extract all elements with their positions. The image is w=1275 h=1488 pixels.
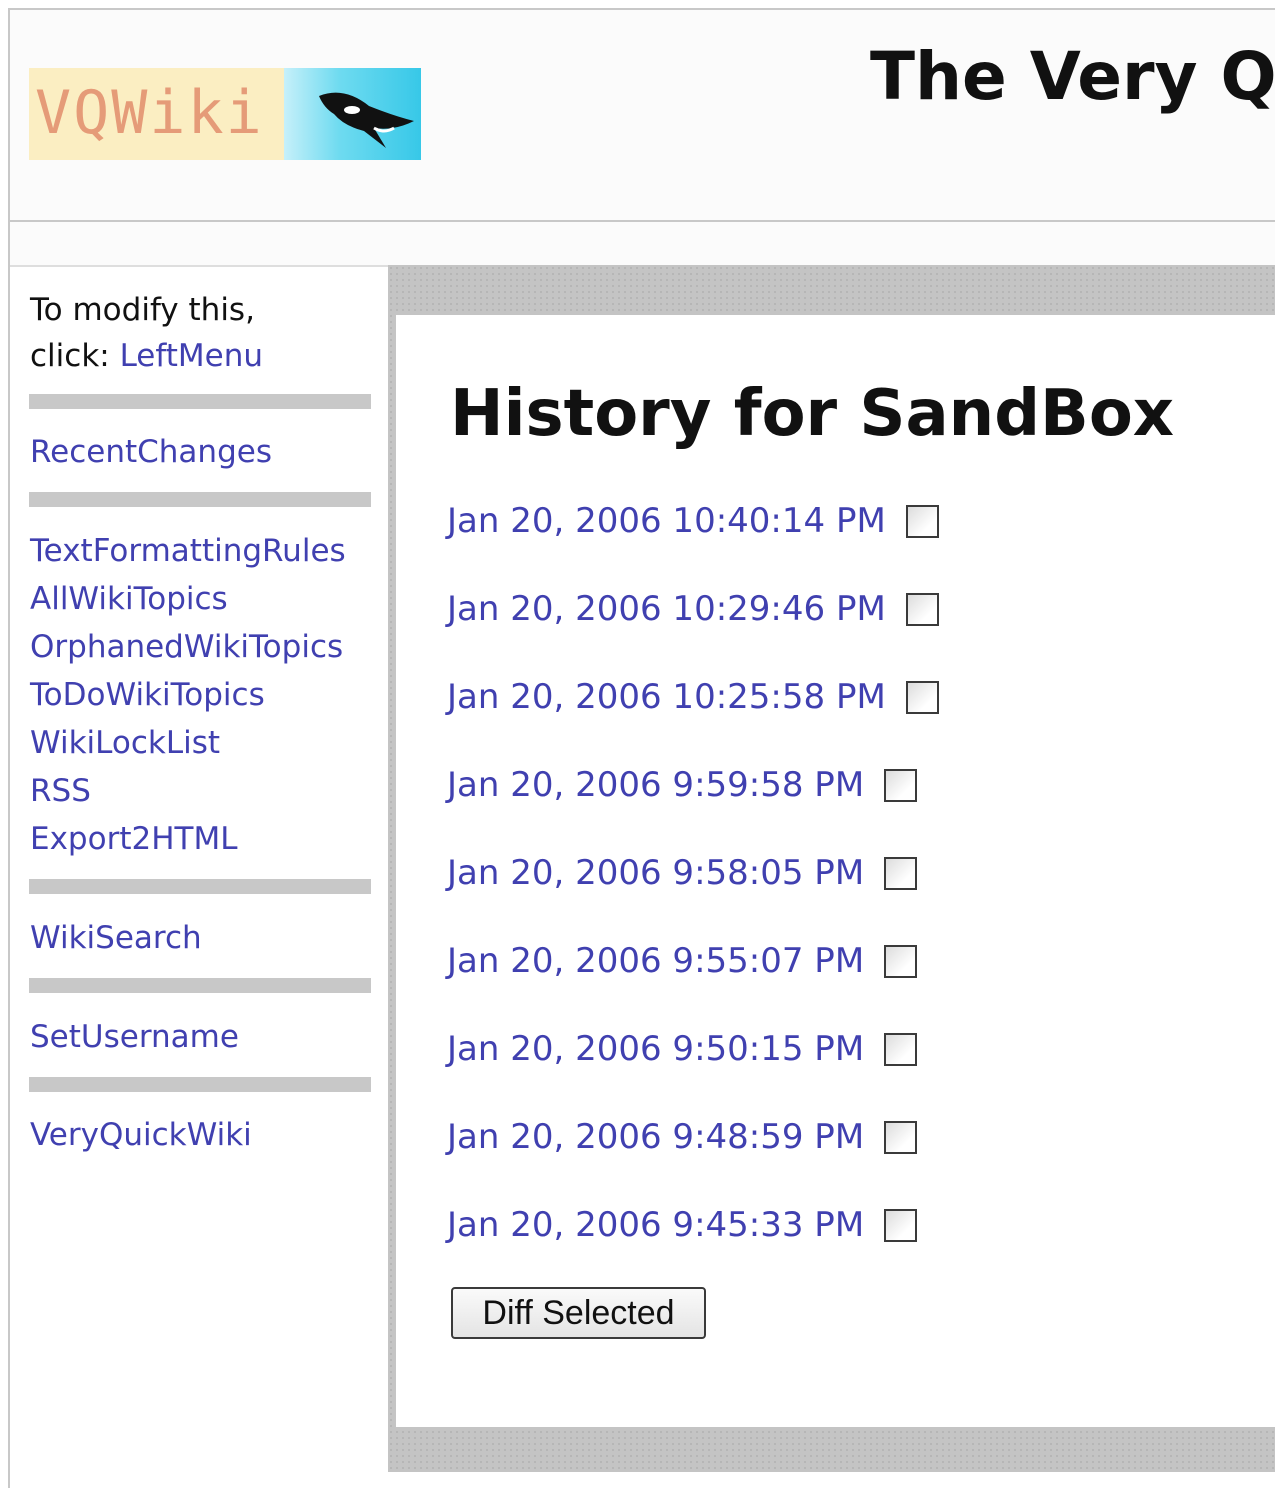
revision-link[interactable]: Jan 20, 2006 9:59:58 PM <box>447 765 864 805</box>
revision-checkbox[interactable] <box>884 856 918 890</box>
revision-row: Jan 20, 2006 9:58:05 PM <box>447 853 918 893</box>
revision-row: Jan 20, 2006 9:50:15 PM <box>447 1029 918 1069</box>
revision-checkbox[interactable] <box>884 1208 918 1242</box>
menu-link-wikisearch[interactable]: WikiSearch <box>30 918 202 958</box>
revision-link[interactable]: Jan 20, 2006 10:29:46 PM <box>447 589 886 629</box>
revision-row: Jan 20, 2006 9:48:59 PM <box>447 1117 918 1157</box>
revision-checkbox[interactable] <box>905 592 939 626</box>
menu-link-veryquickwiki[interactable]: VeryQuickWiki <box>30 1115 252 1155</box>
revision-checkbox[interactable] <box>884 1032 918 1066</box>
revision-row: Jan 20, 2006 10:40:14 PM <box>447 501 939 541</box>
revision-link[interactable]: Jan 20, 2006 9:45:33 PM <box>447 1205 864 1245</box>
revision-link[interactable]: Jan 20, 2006 9:58:05 PM <box>447 853 864 893</box>
menu-separator <box>29 978 371 993</box>
menu-link-orphanedwikitopics[interactable]: OrphanedWikiTopics <box>30 627 343 667</box>
revision-row: Jan 20, 2006 9:45:33 PM <box>447 1205 918 1245</box>
menu-separator <box>29 1077 371 1092</box>
menu-link-rss[interactable]: RSS <box>30 771 91 811</box>
left-menu-edit-link[interactable]: LeftMenu <box>120 338 263 374</box>
subheader-bar <box>10 222 1275 267</box>
menu-link-export2html[interactable]: Export2HTML <box>30 819 237 859</box>
logo[interactable]: VQWiki <box>29 68 421 160</box>
menu-link-setusername[interactable]: SetUsername <box>30 1017 239 1057</box>
menu-separator <box>29 492 371 507</box>
revision-row: Jan 20, 2006 10:29:46 PM <box>447 589 939 629</box>
revision-link[interactable]: Jan 20, 2006 9:55:07 PM <box>447 941 864 981</box>
logo-text: VQWiki <box>35 78 264 148</box>
orca-icon <box>319 92 414 148</box>
revision-checkbox[interactable] <box>905 680 939 714</box>
left-menu-intro: To modify this, click: LeftMenu <box>30 287 263 379</box>
revision-checkbox[interactable] <box>884 944 918 978</box>
menu-link-allwikitopics[interactable]: AllWikiTopics <box>30 579 228 619</box>
revision-link[interactable]: Jan 20, 2006 10:40:14 PM <box>447 501 886 541</box>
revision-link[interactable]: Jan 20, 2006 9:48:59 PM <box>447 1117 864 1157</box>
left-menu: To modify this, click: LeftMenu RecentCh… <box>10 267 388 1472</box>
revision-checkbox[interactable] <box>884 1120 918 1154</box>
intro-line: To modify this, <box>30 292 255 328</box>
header: VQWiki The Very Q <box>10 10 1275 222</box>
revision-row: Jan 20, 2006 9:55:07 PM <box>447 941 918 981</box>
revision-checkbox[interactable] <box>884 768 918 802</box>
revision-checkbox[interactable] <box>905 504 939 538</box>
revision-link[interactable]: Jan 20, 2006 9:50:15 PM <box>447 1029 864 1069</box>
menu-link-todowikitopics[interactable]: ToDoWikiTopics <box>30 675 265 715</box>
diff-selected-button[interactable]: Diff Selected <box>451 1287 706 1339</box>
menu-link-wikilocklist[interactable]: WikiLockList <box>30 723 220 763</box>
menu-link-recentchanges[interactable]: RecentChanges <box>30 432 272 472</box>
content-panel: History for SandBox Jan 20, 2006 10:40:1… <box>396 315 1275 1427</box>
revision-link[interactable]: Jan 20, 2006 10:25:58 PM <box>447 677 886 717</box>
site-title: The Very Q <box>870 38 1275 115</box>
revision-row: Jan 20, 2006 9:59:58 PM <box>447 765 918 805</box>
revision-row: Jan 20, 2006 10:25:58 PM <box>447 677 939 717</box>
intro-click-label: click: <box>30 338 110 374</box>
menu-link-textformattingrules[interactable]: TextFormattingRules <box>30 531 346 571</box>
menu-separator <box>29 879 371 894</box>
page-title: History for SandBox <box>450 377 1175 451</box>
menu-separator <box>29 394 371 409</box>
intro-line-2: click: LeftMenu <box>30 333 263 379</box>
